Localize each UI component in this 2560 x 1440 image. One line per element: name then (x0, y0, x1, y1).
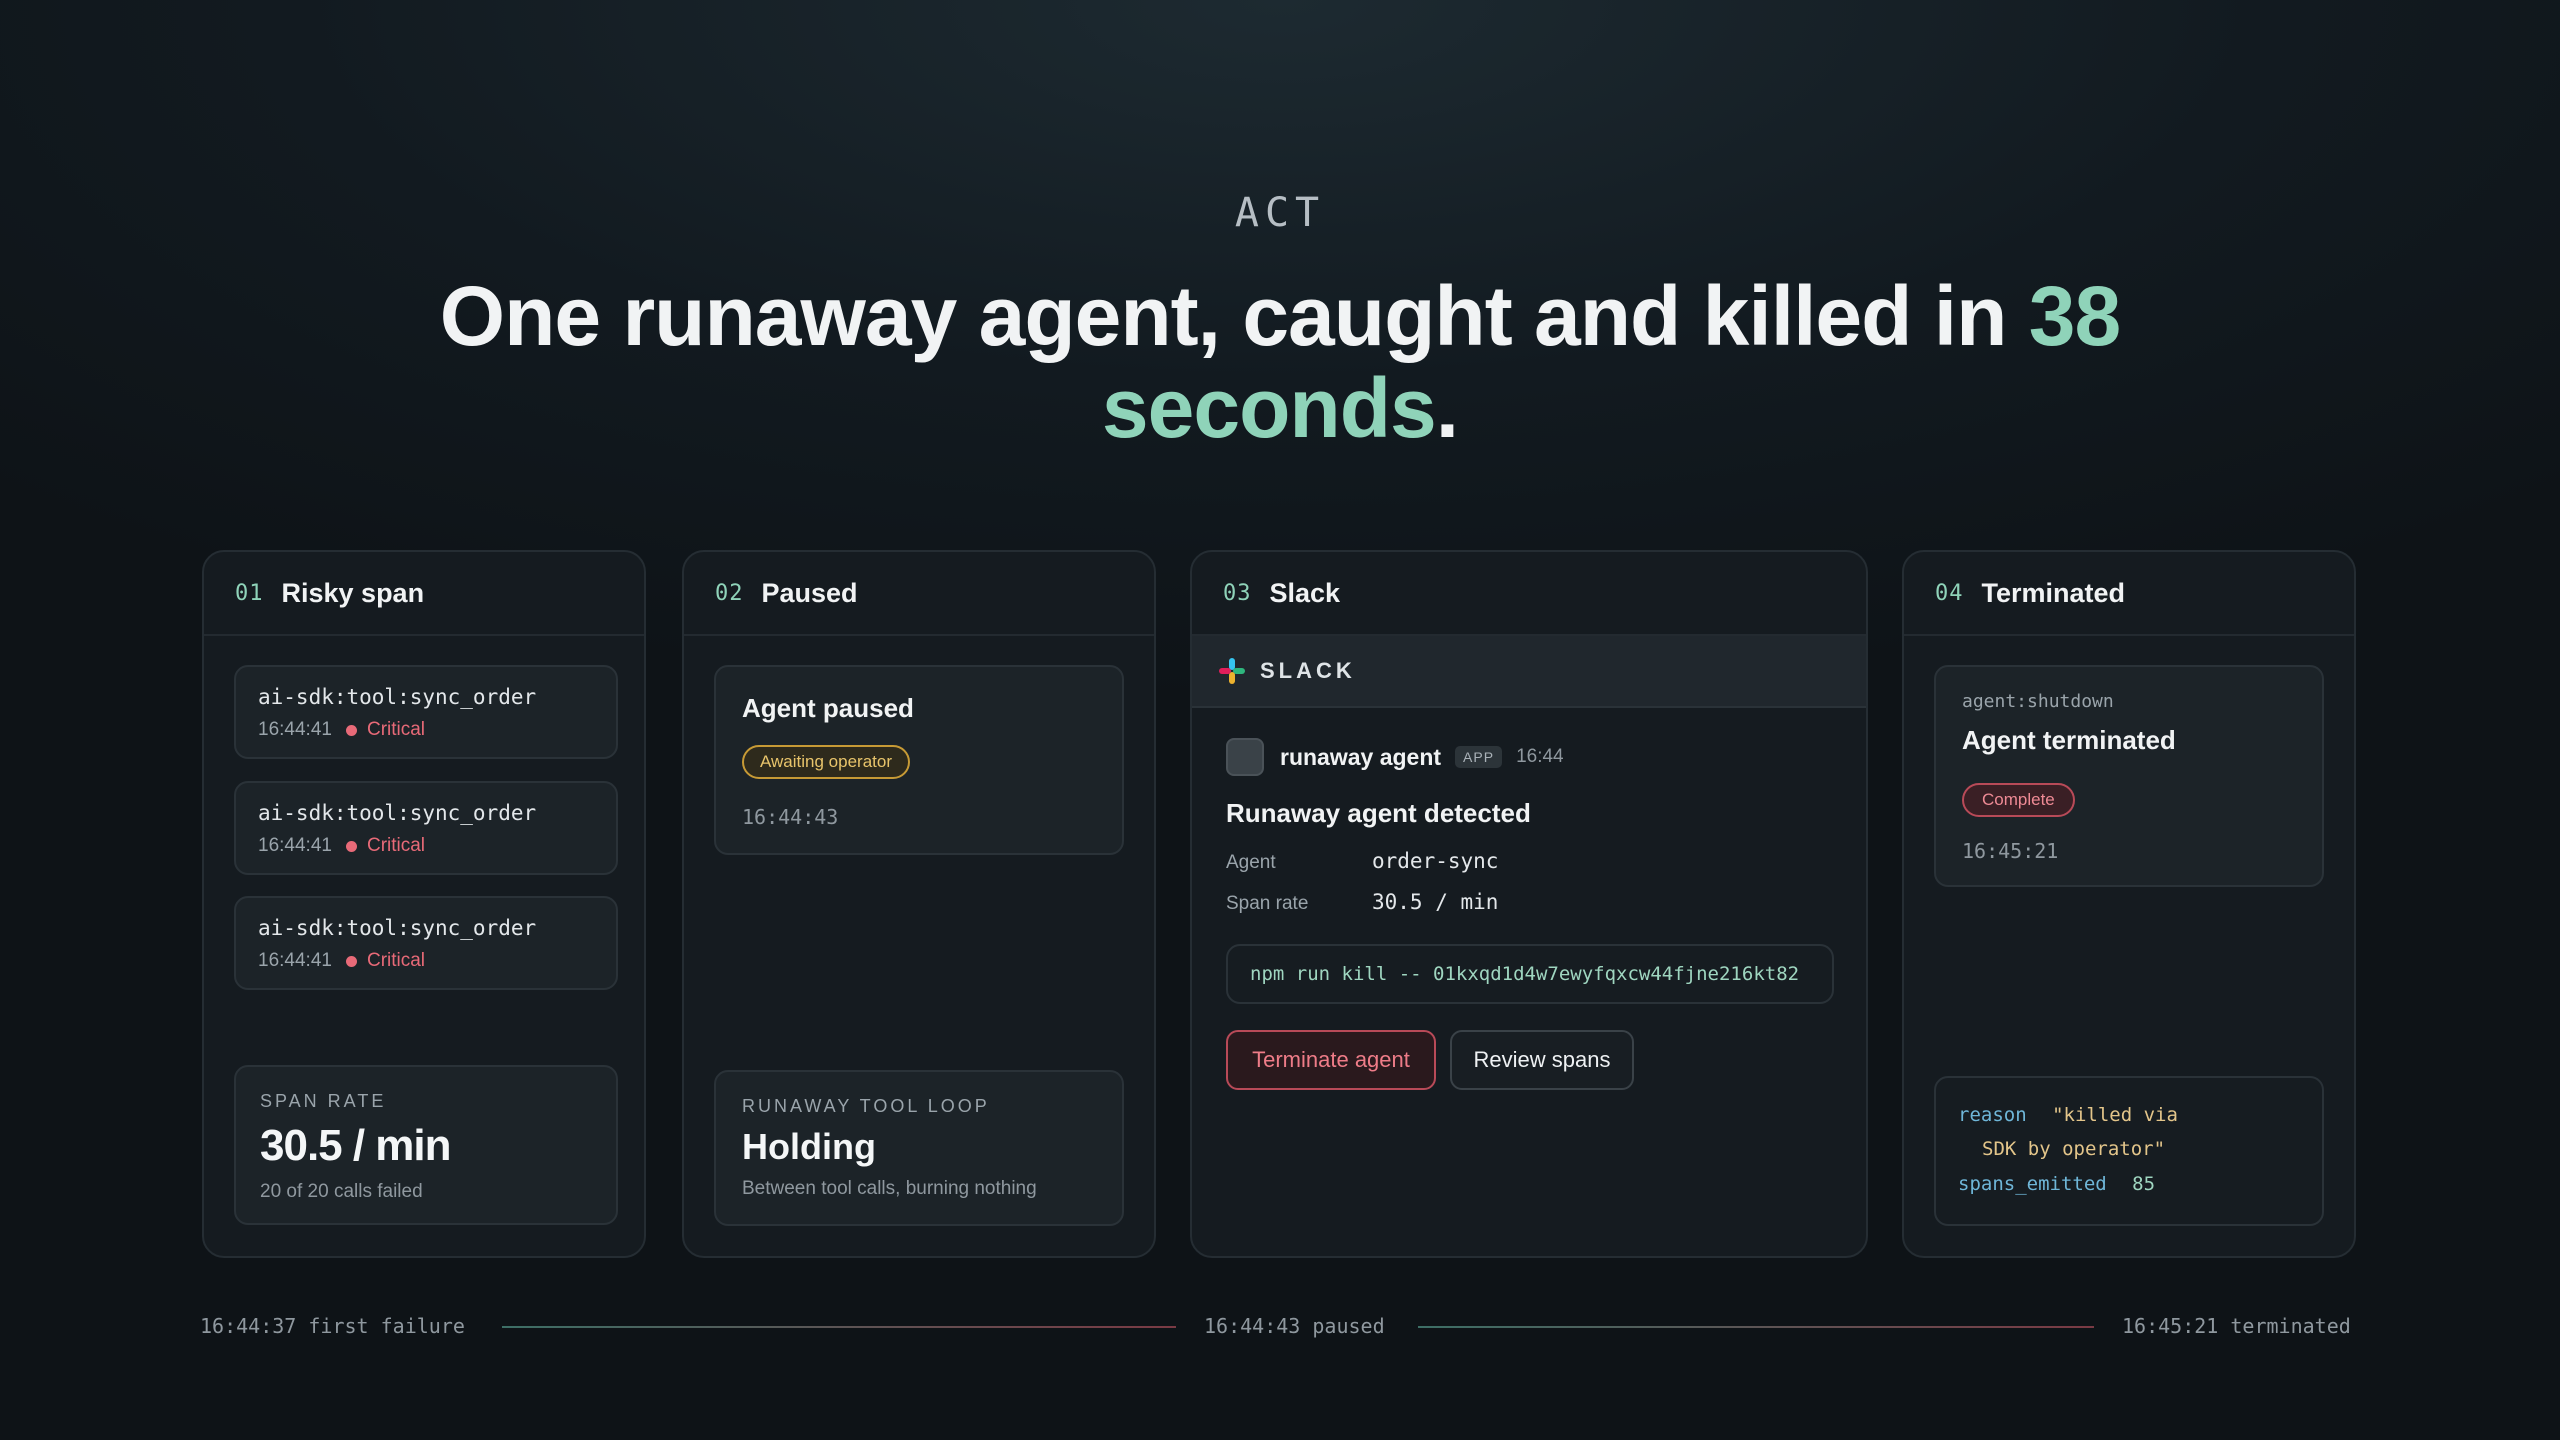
badge-wrap: Complete (1962, 783, 2075, 817)
card-paused: 02 Paused Agent paused Awaiting operator… (682, 550, 1156, 1258)
tool-loop-label: RUNAWAY TOOL LOOP (742, 1096, 990, 1116)
message-time: 16:44 (1516, 746, 1564, 767)
card-header: 04 Terminated (1904, 552, 2354, 636)
avatar (1226, 738, 1264, 776)
card-header: 02 Paused (684, 552, 1154, 636)
card-number: 02 (715, 580, 744, 606)
card-slack: 03 Slack SLACK runaway agent APP 16:44 R… (1190, 550, 1868, 1258)
tool-loop-panel: RUNAWAY TOOL LOOP Holding Between tool c… (714, 1070, 1124, 1226)
card-risky-span: 01 Risky span ai-sdk:tool:sync_order 16:… (202, 550, 646, 1258)
card-title: Paused (761, 577, 858, 608)
span-name: ai-sdk:tool:sync_order (258, 685, 537, 709)
headline-text: One runaway agent, caught and killed in (439, 269, 2029, 363)
log-line: spans_emitted 85 (1958, 1173, 2155, 1195)
field-span-rate: Span rate 30.5 / min (1226, 890, 1836, 915)
field-value: order-sync (1372, 849, 1499, 873)
log-key: spans_emitted (1958, 1173, 2107, 1195)
span-rate-panel: SPAN RATE 30.5 / min 20 of 20 calls fail… (234, 1065, 618, 1225)
pause-status-time: 16:44:43 (742, 805, 839, 829)
critical-dot-icon (345, 724, 357, 736)
tool-loop-value: Holding (742, 1126, 876, 1167)
span-name: ai-sdk:tool:sync_order (258, 801, 537, 825)
span-time: 16:44:41 (258, 835, 332, 856)
log-key: reason (1958, 1104, 2027, 1126)
severity-label: Critical (366, 835, 426, 856)
pause-status-panel: Agent paused Awaiting operator 16:44:43 (714, 665, 1124, 855)
severity-label: Critical (366, 950, 426, 971)
span-meta: 16:44:41 Critical (258, 719, 425, 741)
badge-wrap: Awaiting operator (742, 745, 910, 779)
span-item[interactable]: ai-sdk:tool:sync_order 16:44:41 Critical (234, 896, 618, 990)
kill-command[interactable]: npm run kill -- 01kxqd1d4w7ewyfqxcw44fjn… (1226, 944, 1834, 1004)
tool-loop-sub: Between tool calls, burning nothing (742, 1178, 1037, 1199)
span-meta: 16:44:41 Critical (258, 950, 425, 972)
span-rate-value: 30.5 / min (260, 1121, 452, 1170)
timeline-mid: 16:44:43 paused (1204, 1314, 1385, 1338)
span-rate-sub: 20 of 20 calls failed (260, 1181, 423, 1202)
card-number: 01 (235, 580, 264, 606)
log-line: reason "killed via (1958, 1104, 2178, 1126)
section-eyebrow: ACT (1234, 190, 1326, 236)
message-title: Runaway agent detected (1226, 798, 1531, 828)
span-time: 16:44:41 (258, 950, 332, 971)
shutdown-event: agent:shutdown (1962, 691, 2114, 712)
field-agent: Agent order-sync (1226, 849, 1836, 874)
complete-badge: Complete (1962, 783, 2075, 817)
critical-dot-icon (345, 840, 357, 852)
headline-end: . (1435, 361, 1459, 455)
page-headline: One runaway agent, caught and killed in … (380, 270, 2180, 454)
awaiting-operator-badge: Awaiting operator (742, 745, 910, 779)
timeline-end: 16:45:21 terminated (2122, 1314, 2351, 1338)
card-header: 03 Slack (1192, 552, 1866, 636)
field-key: Span rate (1226, 893, 1309, 914)
slack-icon (1219, 658, 1245, 684)
slack-message: runaway agent APP 16:44 Runaway agent de… (1226, 738, 1836, 915)
card-number: 04 (1935, 580, 1964, 606)
log-value: "killed via (2052, 1104, 2178, 1126)
critical-dot-icon (345, 955, 357, 967)
kill-command-text: npm run kill -- 01kxqd1d4w7ewyfqxcw44fjn… (1250, 963, 1800, 985)
termination-time: 16:45:21 (1962, 839, 2059, 863)
termination-status-panel: agent:shutdown Agent terminated Complete… (1934, 665, 2324, 887)
slack-bar: SLACK (1192, 636, 1866, 708)
message-header: runaway agent APP 16:44 (1226, 738, 1836, 776)
field-value: 30.5 / min (1372, 890, 1499, 914)
app-tag: APP (1455, 746, 1503, 768)
span-rate-label: SPAN RATE (260, 1091, 387, 1111)
span-time: 16:44:41 (258, 719, 332, 740)
log-line: SDK by operator" (1982, 1138, 2165, 1160)
shutdown-log: reason "killed via SDK by operator" span… (1934, 1076, 2324, 1226)
field-key: Agent (1226, 852, 1276, 873)
severity-label: Critical (366, 719, 426, 740)
review-spans-button[interactable]: Review spans (1450, 1030, 1634, 1090)
span-item[interactable]: ai-sdk:tool:sync_order 16:44:41 Critical (234, 665, 618, 759)
pause-status-title: Agent paused (742, 693, 914, 723)
log-value: 85 (2132, 1173, 2156, 1195)
span-name: ai-sdk:tool:sync_order (258, 916, 537, 940)
timeline-line (502, 1326, 1176, 1328)
message-sender[interactable]: runaway agent (1280, 744, 1441, 771)
span-item[interactable]: ai-sdk:tool:sync_order 16:44:41 Critical (234, 781, 618, 875)
card-title: Slack (1269, 577, 1341, 608)
card-title: Terminated (1981, 577, 2126, 608)
card-header: 01 Risky span (204, 552, 644, 636)
slack-bar-label: SLACK (1260, 658, 1356, 683)
card-number: 03 (1223, 580, 1252, 606)
termination-title: Agent terminated (1962, 725, 2176, 755)
span-meta: 16:44:41 Critical (258, 835, 425, 857)
timeline-start: 16:44:37 first failure (200, 1314, 465, 1338)
card-terminated: 04 Terminated agent:shutdown Agent termi… (1902, 550, 2356, 1258)
timeline-line (1418, 1326, 2094, 1328)
terminate-agent-button[interactable]: Terminate agent (1226, 1030, 1436, 1090)
card-title: Risky span (281, 577, 425, 608)
log-value: SDK by operator" (1982, 1138, 2166, 1160)
